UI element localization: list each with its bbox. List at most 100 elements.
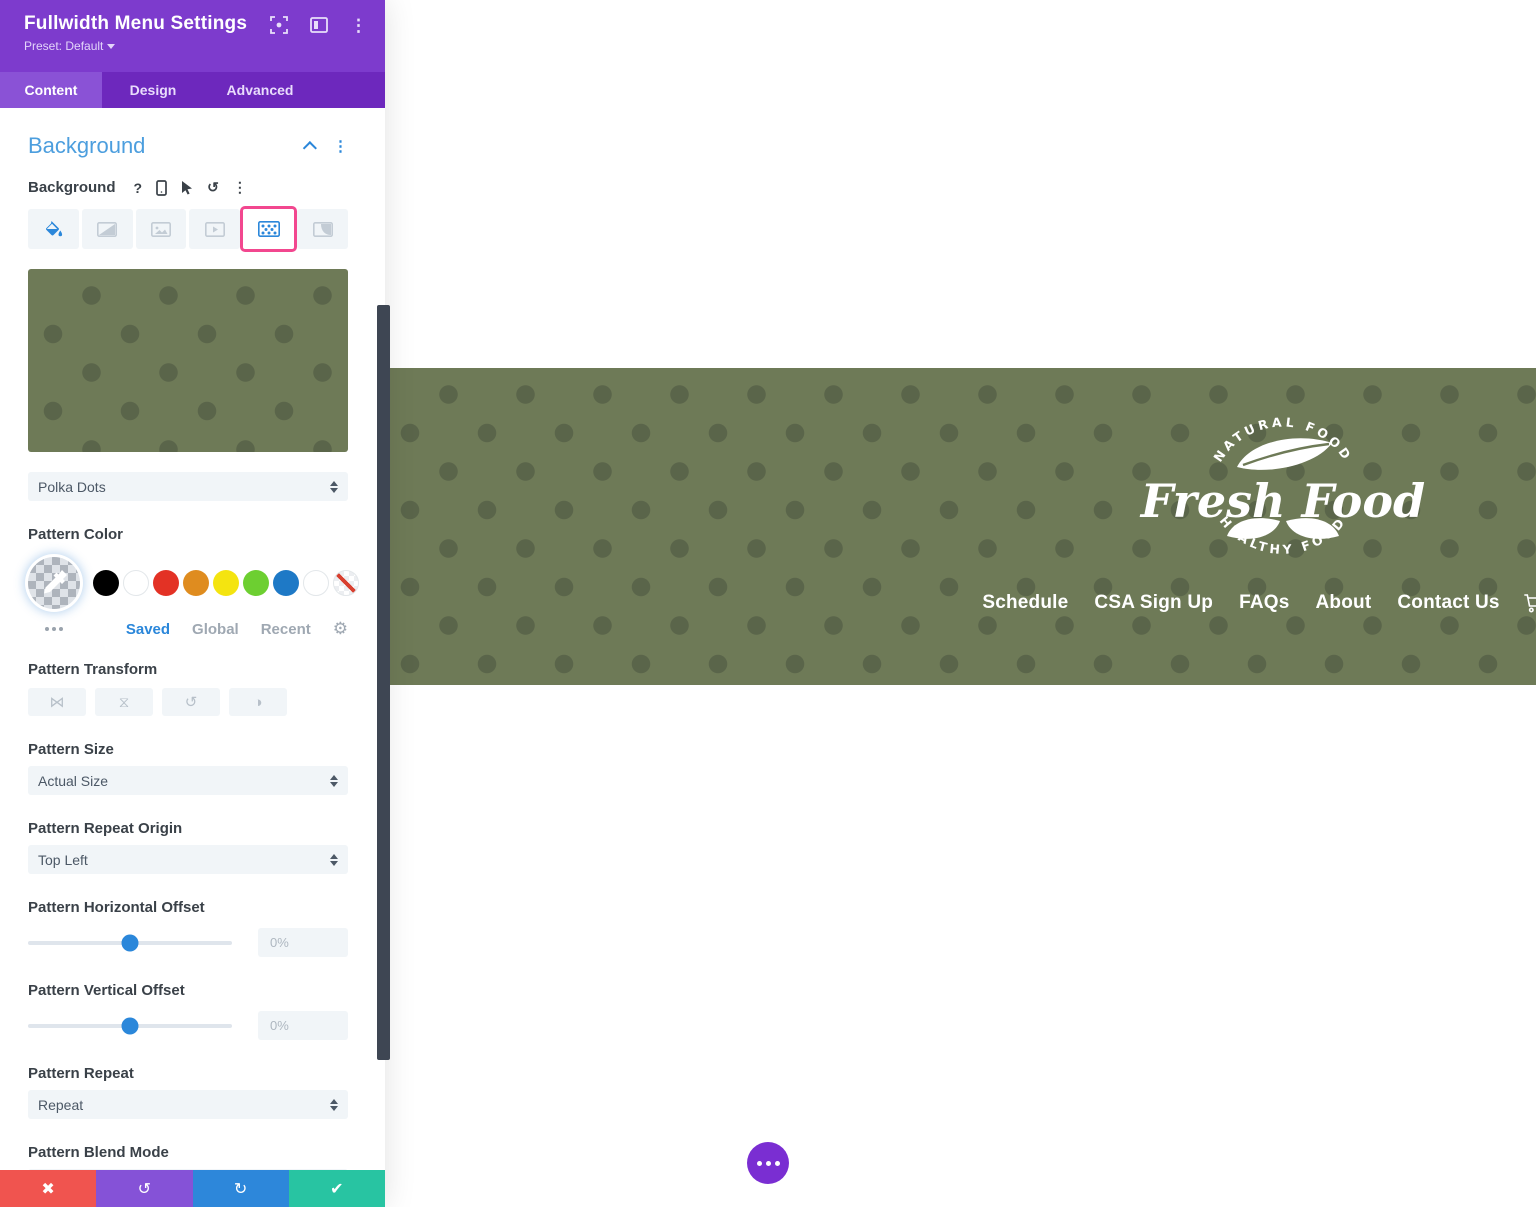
- pattern-horizontal-offset-row: 0%: [28, 928, 348, 957]
- nav-item-faqs[interactable]: FAQs: [1239, 592, 1289, 614]
- nav-item-csa-sign-up[interactable]: CSA Sign Up: [1094, 592, 1213, 614]
- builder-options-button[interactable]: [747, 1142, 789, 1184]
- select-stepper-icon: [330, 1099, 338, 1111]
- settings-tabbar: Content Design Advanced: [0, 72, 385, 108]
- redo-icon: ↻: [234, 1179, 247, 1199]
- pattern-vertical-offset-row: 0%: [28, 1011, 348, 1040]
- close-icon: ✖: [41, 1179, 54, 1199]
- video-icon: [205, 222, 225, 237]
- dot-icon: [757, 1161, 762, 1166]
- tab-advanced[interactable]: Advanced: [204, 72, 316, 108]
- background-field-row: Background ? ↺ ⋮: [28, 179, 348, 196]
- background-type-tabs: [28, 206, 348, 252]
- invert-icon[interactable]: ◑: [229, 688, 287, 716]
- responsive-phone-icon[interactable]: [156, 180, 167, 196]
- reset-icon[interactable]: ↺: [207, 179, 219, 196]
- h-offset-value-field[interactable]: 0%: [258, 928, 348, 957]
- fresh-food-logo: NATURAL FOOD Fresh Food HEALTHY FOOD: [1133, 414, 1433, 574]
- tab-design[interactable]: Design: [102, 72, 204, 108]
- paint-bucket-icon: [43, 220, 63, 238]
- dot-icon: [775, 1161, 780, 1166]
- h-offset-slider-thumb[interactable]: [122, 934, 139, 951]
- bg-type-gradient-button[interactable]: [82, 209, 133, 249]
- caret-down-icon: [107, 44, 115, 49]
- v-offset-slider-track[interactable]: [28, 1024, 232, 1028]
- undo-button[interactable]: ↺: [96, 1170, 192, 1207]
- swatch-white-2[interactable]: [303, 570, 329, 596]
- section-kebab-icon[interactable]: ⋮: [333, 139, 348, 154]
- builder-canvas: NATURAL FOOD Fresh Food HEALTHY FOOD Sch…: [0, 0, 1536, 1207]
- pattern-preview-swatch[interactable]: [28, 269, 348, 452]
- bg-type-mask-button[interactable]: [297, 209, 348, 249]
- swatch-tab-global[interactable]: Global: [192, 621, 239, 638]
- settings-body: Background ⋮ Background ? ↺ ⋮: [0, 108, 385, 1170]
- fullwidth-menu-preview[interactable]: NATURAL FOOD Fresh Food HEALTHY FOOD Sch…: [385, 368, 1536, 685]
- flip-vertical-icon[interactable]: ⧖: [95, 688, 153, 716]
- swatch-tab-recent[interactable]: Recent: [261, 621, 311, 638]
- v-offset-value-field[interactable]: 0%: [258, 1011, 348, 1040]
- pattern-style-select[interactable]: Polka Dots: [28, 472, 348, 501]
- color-picker-current[interactable]: [28, 557, 80, 609]
- menu-nav: Schedule CSA Sign Up FAQs About Contact …: [969, 592, 1536, 614]
- v-offset-slider-thumb[interactable]: [122, 1017, 139, 1034]
- swatch-none[interactable]: [333, 570, 359, 596]
- pattern-color-row: [28, 557, 348, 609]
- pattern-size-select[interactable]: Actual Size: [28, 766, 348, 795]
- flip-horizontal-icon[interactable]: ⋈: [28, 688, 86, 716]
- pattern-color-label: Pattern Color: [28, 526, 348, 543]
- swatch-green[interactable]: [243, 570, 269, 596]
- cart-icon[interactable]: [1523, 592, 1536, 614]
- mask-icon: [313, 222, 333, 237]
- panel-scrollbar[interactable]: [377, 305, 390, 1060]
- gradient-icon: [97, 222, 117, 237]
- swatch-blue[interactable]: [273, 570, 299, 596]
- preset-selector[interactable]: Preset: Default: [24, 39, 365, 53]
- pattern-repeat-select[interactable]: Repeat: [28, 1090, 348, 1119]
- bg-type-color-button[interactable]: [28, 209, 79, 249]
- tab-content[interactable]: Content: [0, 72, 102, 108]
- nav-item-about[interactable]: About: [1316, 592, 1372, 614]
- redo-button[interactable]: ↻: [193, 1170, 289, 1207]
- select-stepper-icon: [330, 854, 338, 866]
- nav-item-schedule[interactable]: Schedule: [982, 592, 1068, 614]
- bg-type-pattern-button-highlighted[interactable]: [243, 209, 294, 249]
- pattern-vertical-offset-label: Pattern Vertical Offset: [28, 982, 348, 999]
- gear-icon[interactable]: ⚙: [333, 619, 348, 639]
- section-title: Background: [28, 133, 307, 159]
- nav-item-contact-us[interactable]: Contact Us: [1397, 592, 1499, 614]
- color-options-dots-icon[interactable]: [28, 627, 80, 631]
- leaf-icon: [1237, 438, 1332, 470]
- bg-type-video-button[interactable]: [189, 209, 240, 249]
- swatch-white[interactable]: [123, 570, 149, 596]
- swatch-tab-saved[interactable]: Saved: [126, 621, 170, 638]
- help-icon[interactable]: ?: [134, 180, 143, 196]
- pattern-size-label: Pattern Size: [28, 741, 348, 758]
- h-offset-slider-track[interactable]: [28, 941, 232, 945]
- pattern-repeat-origin-select[interactable]: Top Left: [28, 845, 348, 874]
- swatch-yellow[interactable]: [213, 570, 239, 596]
- select-stepper-icon: [330, 775, 338, 787]
- eyedropper-icon: [28, 557, 80, 609]
- field-kebab-icon[interactable]: ⋮: [233, 179, 247, 196]
- select-stepper-icon: [330, 481, 338, 493]
- check-icon: ✔: [330, 1179, 343, 1199]
- pattern-transform-row: ⋈ ⧖ ↺ ◑: [28, 688, 348, 716]
- swatch-orange[interactable]: [183, 570, 209, 596]
- fullwidth-menu-settings-panel: Fullwidth Menu Settings Preset: Default …: [0, 0, 385, 1207]
- pattern-transform-label: Pattern Transform: [28, 661, 348, 678]
- image-icon: [151, 222, 171, 237]
- hover-cursor-icon[interactable]: [181, 180, 193, 195]
- background-section-header: Background ⋮: [28, 133, 348, 159]
- swatch-black[interactable]: [93, 570, 119, 596]
- logo-wordmark: Fresh Food: [1139, 474, 1425, 528]
- bg-type-image-button[interactable]: [136, 209, 187, 249]
- discard-button[interactable]: ✖: [0, 1170, 96, 1207]
- panel-layout-icon[interactable]: [310, 17, 328, 33]
- panel-menu-kebab-icon[interactable]: ⋮: [350, 17, 367, 34]
- save-button[interactable]: ✔: [289, 1170, 385, 1207]
- focus-mode-icon[interactable]: [270, 16, 288, 34]
- rotate-icon[interactable]: ↺: [162, 688, 220, 716]
- pattern-horizontal-offset-label: Pattern Horizontal Offset: [28, 899, 348, 916]
- swatch-red[interactable]: [153, 570, 179, 596]
- pattern-repeat-label: Pattern Repeat: [28, 1065, 348, 1082]
